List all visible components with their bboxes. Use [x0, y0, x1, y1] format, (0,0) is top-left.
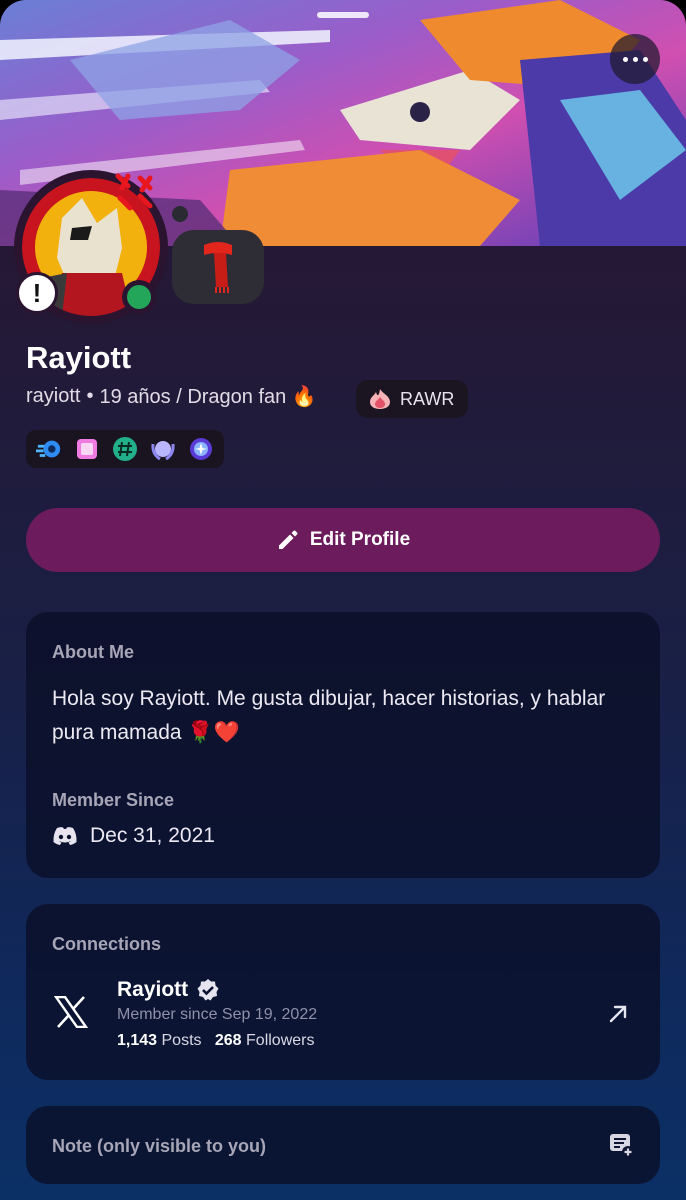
external-link-arrow-icon[interactable] [606, 1002, 630, 1026]
member-since-row: Dec 31, 2021 [52, 824, 215, 848]
x-logo-icon [54, 996, 88, 1028]
verified-check-icon [197, 979, 219, 1001]
profile-subline: rayiott • 19 años / Dragon fan 🔥 [26, 384, 317, 409]
anger-symbol-icon [115, 173, 153, 211]
separator-dot: • [86, 385, 94, 407]
clan-tag-label: RAWR [400, 388, 455, 409]
more-dots-icon [622, 56, 628, 62]
edit-profile-label: Edit Profile [309, 529, 411, 550]
member-since-title: Member Since [52, 790, 175, 810]
hypesquad-icon[interactable] [74, 436, 100, 462]
followers-label: Followers [246, 1032, 315, 1049]
quest-icon[interactable] [188, 436, 214, 462]
online-status-indicator [122, 280, 156, 314]
about-text: Hola soy Rayiott. Me gusta dibujar, hace… [52, 687, 606, 744]
display-name: Rayiott [26, 340, 132, 375]
followers-count: 268 [214, 1032, 242, 1049]
hashtag-icon[interactable] [112, 436, 138, 462]
nitro-icon[interactable] [36, 436, 62, 462]
connection-member-since: Member since Sep 19, 2022 [117, 1006, 318, 1023]
connections-card: Connections Rayiott Member since Sep 19,… [26, 904, 660, 1080]
badge-row [26, 430, 224, 468]
about-card: About Me Hola soy Rayiott. Me gusta dibu… [26, 612, 660, 878]
scarf-icon [204, 242, 232, 293]
connection-account[interactable]: Rayiott [117, 978, 220, 1002]
about-title: About Me [52, 642, 134, 662]
laurel-icon[interactable] [150, 436, 176, 462]
profile-sheet: ! Rayiott rayiott • 19 años / Dragon fan… [0, 0, 686, 1200]
custom-status-bubble[interactable] [172, 230, 264, 304]
pronouns-status: 19 años / Dragon fan 🔥 [99, 386, 317, 408]
posts-count: 1,143 [117, 1032, 158, 1049]
clan-flame-icon [370, 389, 390, 409]
note-placeholder[interactable]: Note (only visible to you) [52, 1136, 266, 1157]
posts-label: Posts [161, 1032, 202, 1049]
drag-handle[interactable] [317, 12, 369, 18]
connection-stats: 1,143 Posts 268 Followers [117, 1032, 314, 1050]
connection-name: Rayiott [117, 978, 189, 1001]
pencil-icon [278, 530, 298, 549]
username: rayiott [26, 385, 81, 407]
member-since-date: Dec 31, 2021 [90, 824, 215, 847]
more-options-button[interactable] [610, 34, 660, 84]
note-card[interactable]: Note (only visible to you) [26, 1106, 660, 1184]
add-note-icon[interactable] [608, 1132, 634, 1158]
connections-title: Connections [52, 934, 162, 954]
edit-profile-button[interactable]: Edit Profile [26, 508, 660, 572]
clan-tag[interactable]: RAWR [356, 380, 469, 418]
alert-icon: ! [16, 272, 58, 314]
discord-logo-icon [53, 827, 77, 845]
status-bubble-tail [172, 206, 188, 222]
